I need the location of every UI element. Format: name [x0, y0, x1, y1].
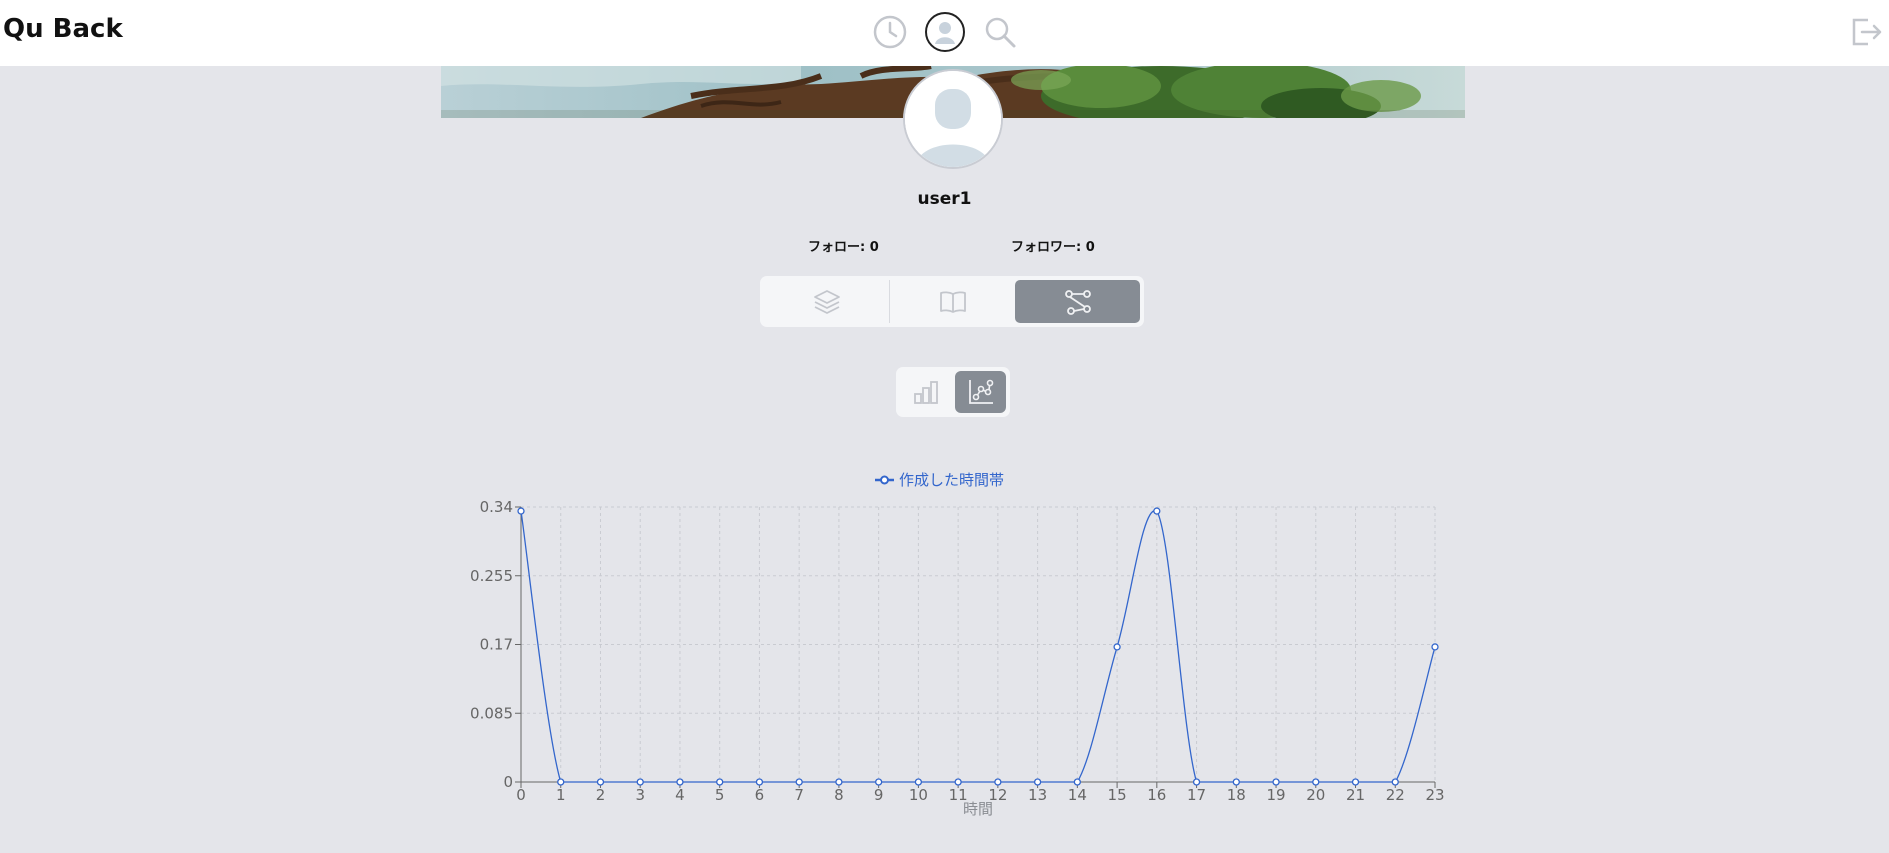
x-tick-label: 8 [834, 786, 844, 804]
x-tick-label: 20 [1306, 786, 1325, 804]
data-point [1351, 778, 1360, 786]
y-tick-label: 0.17 [480, 636, 513, 654]
follower-count[interactable]: フォロワー: 0 [1011, 236, 1095, 255]
data-point [1113, 643, 1121, 651]
data-point [1232, 778, 1240, 786]
data-point [1192, 778, 1201, 786]
x-tick-label: 6 [755, 786, 765, 804]
data-point [795, 778, 803, 786]
tab-bar-chart[interactable] [900, 371, 951, 413]
x-tick-label: 5 [715, 786, 725, 804]
y-tick-label: 0.34 [480, 498, 513, 516]
data-point [636, 778, 644, 786]
logout-icon[interactable] [1846, 12, 1886, 52]
x-tick-label: 9 [874, 786, 884, 804]
profile-tabs [760, 276, 1144, 327]
data-point [517, 507, 525, 515]
app-title[interactable]: Qu Back [3, 14, 123, 44]
x-tick-label: 7 [794, 786, 804, 804]
tab-book[interactable] [890, 280, 1015, 323]
legend-point-marker [880, 475, 889, 485]
data-point [1153, 507, 1161, 515]
x-tick-label: 22 [1386, 786, 1405, 804]
data-point [994, 778, 1002, 786]
follow-count[interactable]: フォロー: 0 [808, 236, 879, 255]
x-tick-label: 3 [635, 786, 645, 804]
chart-legend[interactable]: 作成した時間帯 [875, 471, 1004, 489]
x-tick-label: 1 [556, 786, 566, 804]
x-tick-label: 13 [1028, 786, 1047, 804]
data-point [676, 778, 684, 786]
book-icon [939, 290, 966, 313]
data-point [835, 778, 843, 786]
x-tick-label: 21 [1346, 786, 1365, 804]
y-tick-label: 0 [503, 773, 513, 791]
x-tick-label: 15 [1108, 786, 1127, 804]
graph-icon [1064, 289, 1091, 315]
series-line [520, 510, 1436, 783]
tab-layers[interactable] [764, 280, 890, 323]
y-tick-label: 0.255 [470, 567, 513, 585]
y-tick-label: 0.085 [470, 704, 513, 722]
search-icon[interactable] [980, 12, 1020, 52]
tab-line-chart[interactable] [955, 371, 1006, 413]
top-header: Qu Back [0, 0, 1889, 66]
data-point [875, 778, 883, 786]
x-tick-label: 16 [1147, 786, 1166, 804]
username: user1 [917, 189, 972, 209]
data-point [1391, 778, 1399, 786]
layers-icon [813, 289, 840, 314]
x-tick-label: 2 [596, 786, 606, 804]
avatar[interactable] [903, 69, 1003, 169]
user-icon[interactable] [925, 12, 965, 52]
tab-graph[interactable] [1015, 280, 1140, 323]
x-tick-label: 23 [1425, 786, 1444, 804]
x-tick-label: 17 [1187, 786, 1206, 804]
chart-type-tabs [896, 367, 1010, 417]
line-chart-icon [968, 379, 993, 404]
data-point [1073, 778, 1081, 786]
data-point [914, 778, 923, 786]
data-point [954, 778, 962, 786]
x-tick-label: 19 [1266, 786, 1285, 804]
data-point [1431, 643, 1439, 651]
data-point [1033, 778, 1042, 786]
data-point [755, 778, 764, 786]
x-tick-label: 4 [675, 786, 685, 804]
x-tick-label: 18 [1227, 786, 1246, 804]
bar-chart-icon [913, 381, 938, 404]
x-axis-label: 時間 [963, 800, 993, 818]
x-tick-label: 0 [516, 786, 526, 804]
hourly-line-chart: 作成した時間帯 0 1 2 3 4 5 6 7 8 9 10 11 12 13 14 15 16 17 18 19 20… [470, 471, 1445, 818]
data-point [596, 778, 605, 786]
x-tick-label: 10 [909, 786, 928, 804]
data-point [1312, 778, 1320, 786]
data-point [557, 778, 565, 786]
x-tick-label: 14 [1068, 786, 1087, 804]
clock-icon[interactable] [870, 12, 910, 52]
legend-label: 作成した時間帯 [899, 471, 1004, 489]
data-point [1272, 778, 1280, 786]
data-point [716, 778, 724, 786]
